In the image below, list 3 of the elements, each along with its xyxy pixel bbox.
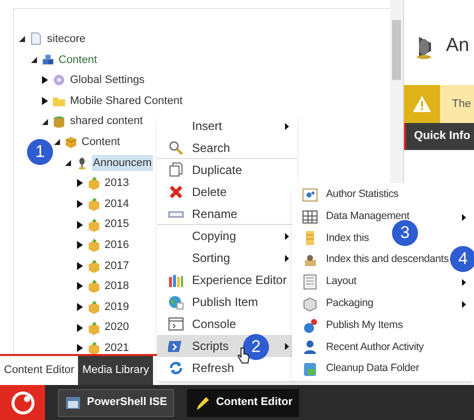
number-badge: 1 xyxy=(27,139,53,165)
warning-text: The xyxy=(452,96,471,112)
item-title: An xyxy=(446,34,470,58)
